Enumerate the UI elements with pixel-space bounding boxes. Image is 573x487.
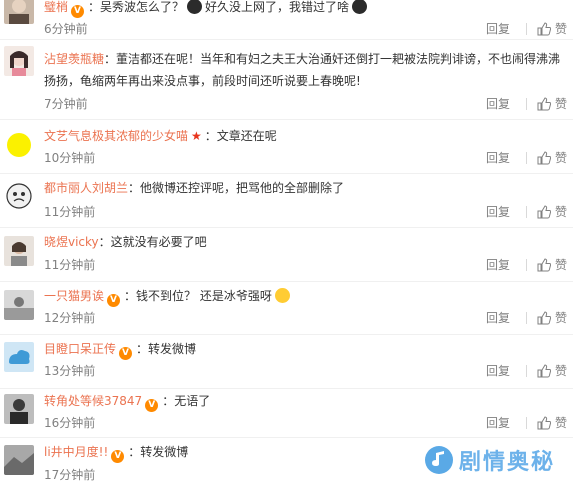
divider — [525, 206, 527, 218]
music-note-logo-icon — [425, 446, 453, 474]
avatar[interactable] — [4, 236, 34, 266]
comment-time: 7分钟前 — [44, 97, 88, 111]
watermark: 剧情奥秘 — [425, 438, 565, 482]
watermark-text: 剧情奥秘 — [459, 450, 556, 475]
avatar[interactable] — [4, 181, 34, 211]
reply-button[interactable]: 回复 — [486, 416, 510, 430]
comment-text: ：无语了 — [162, 394, 211, 408]
like-label: 赞 — [554, 416, 567, 430]
thumbs-up-icon — [537, 205, 551, 219]
comment-item: 都市丽人刘胡兰：他微博还控评呢，把骂他的全部删除了 11分钟前 回复 赞 — [0, 174, 573, 228]
commenter-name[interactable]: 都市丽人刘胡兰 — [44, 181, 128, 195]
like-button[interactable]: 赞 — [537, 205, 567, 219]
divider — [525, 98, 527, 110]
comment-item: 璧梢 V ：吴秀波怎么了？ 好久没上网了，我错过了啥 6分钟前 回复 赞 — [0, 0, 573, 40]
thumbs-up-icon — [537, 151, 551, 165]
comment-time: 11分钟前 — [44, 205, 96, 219]
comment-time: 11分钟前 — [44, 258, 96, 272]
reply-button[interactable]: 回复 — [486, 258, 510, 272]
verified-badge-icon: V — [119, 347, 133, 360]
like-label: 赞 — [554, 311, 567, 325]
like-label: 赞 — [554, 205, 567, 219]
commenter-name[interactable]: 目瞪口呆正传 — [44, 342, 116, 356]
comment-item: 一只猫男诶 V ：钱不到位？ 还是冰爷强呀 12分钟前 回复 赞 — [0, 282, 573, 335]
verified-badge-icon: V — [111, 450, 125, 463]
comment-text-continued: 好久没上网了，我错过了啥 — [205, 0, 350, 14]
reply-button[interactable]: 回复 — [486, 205, 510, 219]
commenter-name[interactable]: 转角处等候37847 — [44, 394, 142, 408]
comment-text: ：吴秀波怎么了？ — [88, 0, 185, 14]
grinning-face-emoji-icon — [274, 288, 290, 303]
avatar[interactable] — [4, 445, 34, 475]
commenter-name[interactable]: 沾望羡瓶糖 — [44, 52, 104, 66]
verified-badge-icon: V — [145, 399, 159, 412]
crying-face-emoji-icon — [352, 0, 368, 14]
comment-item: 文艺气息极其浓郁的少女喵 ★ ：文章还在呢 10分钟前 回复 赞 — [0, 120, 573, 174]
thumbs-up-icon — [537, 258, 551, 272]
thumbs-up-icon — [537, 311, 551, 325]
comment-time: 13分钟前 — [44, 364, 96, 378]
like-button[interactable]: 赞 — [537, 151, 567, 165]
comment-text: ：这就没有必要了吧 — [98, 235, 207, 249]
thumbs-up-icon — [537, 97, 551, 111]
comment-item: 晓煜vicky：这就没有必要了吧 11分钟前 回复 赞 — [0, 228, 573, 282]
like-button[interactable]: 赞 — [537, 97, 567, 111]
like-button[interactable]: 赞 — [537, 311, 567, 325]
like-button[interactable]: 赞 — [537, 22, 567, 36]
divider — [525, 23, 527, 35]
like-label: 赞 — [554, 364, 567, 378]
like-button[interactable]: 赞 — [537, 364, 567, 378]
divider — [525, 259, 527, 271]
comment-time: 16分钟前 — [44, 416, 96, 430]
divider — [525, 312, 527, 324]
avatar[interactable] — [4, 46, 34, 76]
reply-button[interactable]: 回复 — [486, 97, 510, 111]
like-button[interactable]: 赞 — [537, 258, 567, 272]
comment-text: ：他微博还控评呢，把骂他的全部删除了 — [128, 181, 345, 195]
comment-time: 10分钟前 — [44, 151, 96, 165]
like-label: 赞 — [554, 22, 567, 36]
reply-button[interactable]: 回复 — [486, 22, 510, 36]
commenter-name[interactable]: 晓煜vicky — [44, 235, 99, 249]
commenter-name[interactable]: 璧梢 — [44, 0, 68, 14]
comment-time: 17分钟前 — [44, 468, 96, 482]
comment-item: 目瞪口呆正传 V ：转发微博 13分钟前 回复 赞 — [0, 335, 573, 389]
divider — [525, 365, 527, 377]
reply-button[interactable]: 回复 — [486, 364, 510, 378]
thumbs-up-icon — [537, 416, 551, 430]
like-label: 赞 — [554, 151, 567, 165]
like-button[interactable]: 赞 — [537, 416, 567, 430]
comment-time: 6分钟前 — [44, 22, 88, 36]
comment-item: 转角处等候37847 V ：无语了 16分钟前 回复 赞 — [0, 389, 573, 438]
like-label: 赞 — [554, 97, 567, 111]
commenter-name[interactable]: 文艺气息极其浓郁的少女喵 — [44, 129, 188, 143]
comment-text: ：董洁都还在呢！当年和有妇之夫王大治通奸还倒打一耙被法院判诽谤，不也闹得沸沸扬扬… — [44, 52, 561, 88]
divider — [525, 152, 527, 164]
avatar[interactable] — [4, 394, 34, 424]
star-icon: ★ — [191, 129, 202, 143]
commenter-name[interactable]: li井中月度!! — [44, 445, 108, 459]
thumbs-up-icon — [537, 364, 551, 378]
comment-item: 沾望羡瓶糖：董洁都还在呢！当年和有妇之夫王大治通奸还倒打一耙被法院判诽谤，不也闹… — [0, 40, 573, 120]
avatar[interactable] — [4, 342, 34, 372]
verified-badge-icon: V — [71, 5, 85, 18]
avatar[interactable] — [4, 130, 34, 160]
comment-text: ：钱不到位？ 还是冰爷强呀 — [124, 289, 272, 303]
commenter-name[interactable]: 一只猫男诶 — [44, 289, 104, 303]
avatar[interactable] — [4, 0, 34, 24]
divider — [525, 417, 527, 429]
comment-text: ：转发微博 — [128, 445, 189, 459]
comment-text: ：文章还在呢 — [204, 129, 277, 143]
like-label: 赞 — [554, 258, 567, 272]
verified-badge-icon: V — [107, 294, 121, 307]
reply-button[interactable]: 回复 — [486, 311, 510, 325]
comment-text: ：转发微博 — [136, 342, 197, 356]
avatar[interactable] — [4, 290, 34, 320]
sad-face-emoji-icon — [187, 0, 203, 14]
reply-button[interactable]: 回复 — [486, 151, 510, 165]
thumbs-up-icon — [537, 22, 551, 36]
comment-time: 12分钟前 — [44, 311, 96, 325]
